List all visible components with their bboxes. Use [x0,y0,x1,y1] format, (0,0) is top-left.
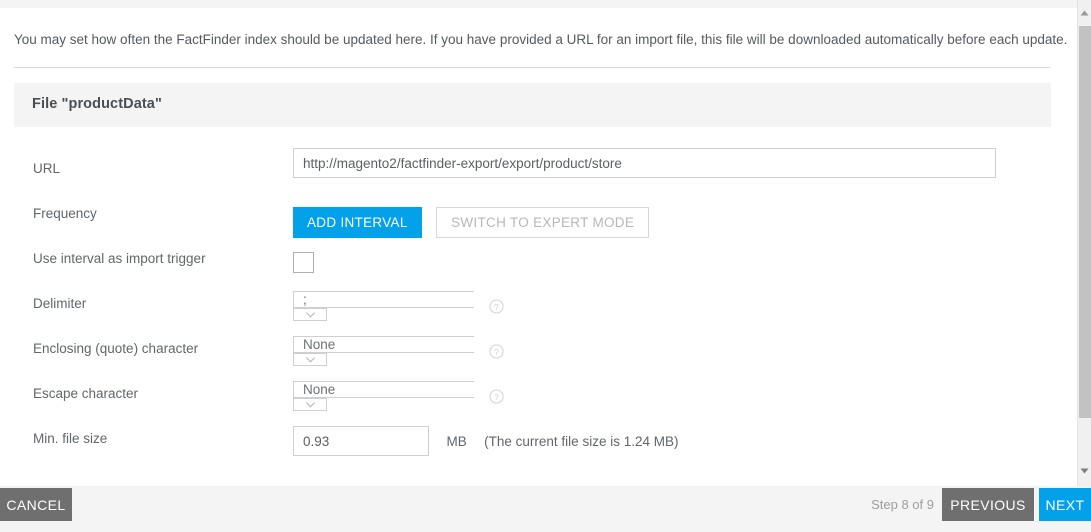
scroll-down-button[interactable] [1078,462,1091,479]
file-section-title: File "productData" [32,96,162,112]
import-trigger-field [293,248,314,273]
escape-select-arrow[interactable] [293,398,327,411]
svg-text:?: ? [495,301,500,311]
settings-form: URL Frequency ADD INTERVAL SWITCH TO EXP… [0,148,1077,463]
row-delimiter: Delimiter ; ? [0,283,1077,328]
svg-text:?: ? [495,346,500,356]
svg-text:?: ? [495,391,500,401]
help-icon[interactable]: ? [489,343,504,359]
min-file-size-input[interactable] [293,426,429,456]
triangle-down-icon [1080,468,1089,473]
delimiter-label: Delimiter [33,296,87,311]
row-import-trigger: Use interval as import trigger [0,238,1077,283]
url-input[interactable] [293,148,996,178]
enclosing-select[interactable]: None [293,336,474,366]
intro-text: You may set how often the FactFinder ind… [14,32,1068,47]
url-label: URL [33,161,61,176]
frequency-label: Frequency [33,206,97,221]
current-file-size-hint: (The current file size is 1.24 MB) [484,433,679,449]
cancel-button[interactable]: CANCEL [0,488,72,521]
enclosing-label: Enclosing (quote) character [33,341,199,356]
delimiter-field: ; ? [293,291,504,321]
enclosing-field: None ? [293,336,504,366]
switch-expert-mode-button[interactable]: SWITCH TO EXPERT MODE [436,207,650,238]
chevron-down-icon [305,312,315,318]
escape-field: None ? [293,381,504,411]
next-button[interactable]: NEXT [1039,488,1091,521]
enclosing-select-value: None [293,336,474,353]
row-url: URL [0,148,1077,193]
top-strip [0,0,1077,8]
scrollbar-thumb[interactable] [1079,26,1091,418]
escape-label: Escape character [33,386,139,401]
import-trigger-checkbox[interactable] [293,252,314,273]
delimiter-select[interactable]: ; [293,291,474,321]
enclosing-select-arrow[interactable] [293,353,327,366]
settings-page: You may set how often the FactFinder ind… [0,8,1077,486]
import-trigger-label: Use interval as import trigger [33,251,206,266]
triangle-up-icon [1080,10,1089,15]
min-file-size-label: Min. file size [33,431,108,446]
url-field-wrap [293,148,996,178]
section-divider [14,67,1050,68]
row-min-file-size: Min. file size MB (The current file size… [0,418,1077,463]
row-escape: Escape character None ? [0,373,1077,418]
file-section-header: File "productData" [14,83,1051,127]
row-enclosing: Enclosing (quote) character None ? [0,328,1077,373]
step-indicator: Step 8 of 9 [871,497,934,512]
previous-button[interactable]: PREVIOUS [942,488,1034,521]
min-file-size-unit: MB [446,433,467,449]
min-file-size-field: MB (The current file size is 1.24 MB) [293,426,678,456]
escape-select[interactable]: None [293,381,474,411]
chevron-down-icon [305,402,315,408]
scroll-up-button[interactable] [1078,4,1091,21]
vertical-scrollbar[interactable] [1077,0,1091,486]
delimiter-select-arrow[interactable] [293,308,327,321]
escape-select-value: None [293,381,474,398]
add-interval-button[interactable]: ADD INTERVAL [293,207,422,238]
frequency-buttons: ADD INTERVAL SWITCH TO EXPERT MODE [293,207,650,238]
chevron-down-icon [305,357,315,363]
help-icon[interactable]: ? [489,298,504,314]
row-frequency: Frequency ADD INTERVAL SWITCH TO EXPERT … [0,193,1077,238]
delimiter-select-value: ; [293,291,474,308]
help-icon[interactable]: ? [489,388,504,404]
